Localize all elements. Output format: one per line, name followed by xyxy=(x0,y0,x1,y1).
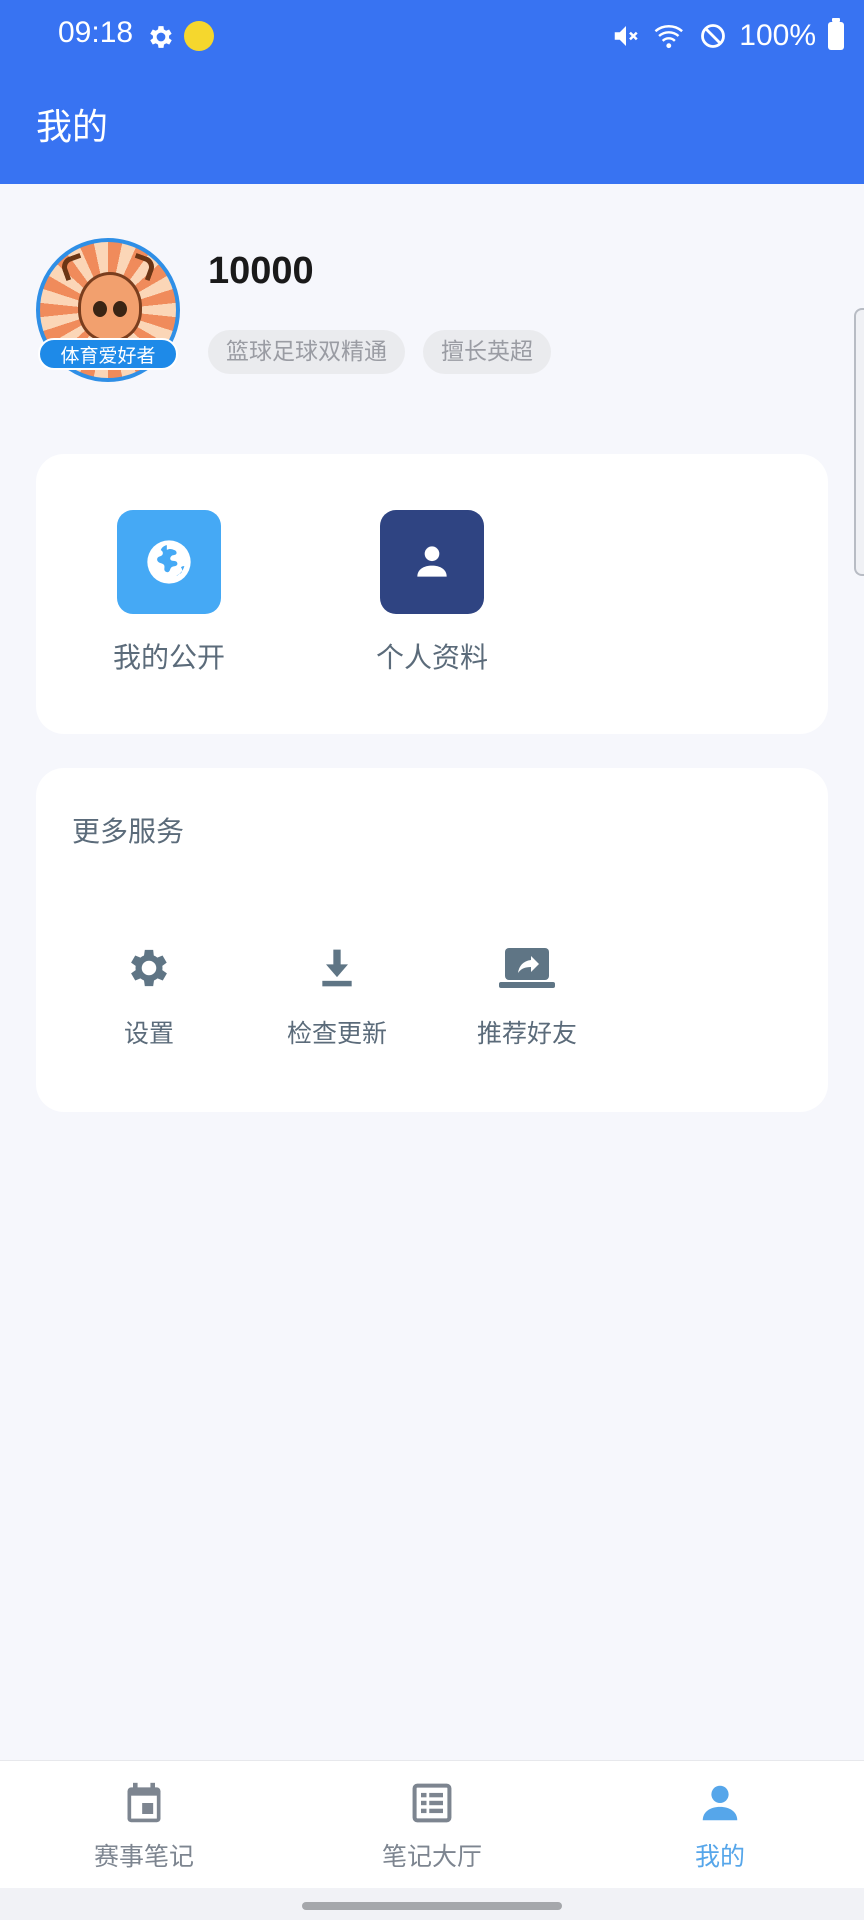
section-title: 更多服务 xyxy=(72,815,185,848)
status-icons: 100% xyxy=(611,18,844,54)
tab-match-notes-label: 赛事笔记 xyxy=(93,1842,194,1871)
mute-icon xyxy=(615,26,638,46)
settings-button[interactable]: 设置 xyxy=(74,940,224,1050)
tab-notes-hall-label: 笔记大厅 xyxy=(381,1842,482,1871)
tab-notes-hall[interactable]: 笔记大厅 xyxy=(332,1779,532,1873)
profile-tag: 擅长英超 xyxy=(423,330,551,374)
battery-percent: 100% xyxy=(739,19,816,52)
quick-actions-card: 我的公开 个人资料 xyxy=(36,454,828,734)
person-icon xyxy=(696,1779,744,1827)
profile-header: 体育爱好者 10000 篮球足球双精通 擅长英超 xyxy=(0,184,864,444)
recommend-friend-label: 推荐好友 xyxy=(476,1019,577,1048)
profile-info-button[interactable]: 个人资料 xyxy=(352,510,512,676)
app-bar: 我的 xyxy=(0,72,864,184)
avatar-face xyxy=(78,272,142,342)
avatar-horn xyxy=(58,252,88,282)
tab-mine-label: 我的 xyxy=(694,1842,745,1871)
profile-info-label: 个人资料 xyxy=(375,641,488,674)
do-not-disturb-icon xyxy=(701,24,726,48)
person-icon xyxy=(380,510,484,614)
username: 10000 xyxy=(208,250,314,292)
avatar-horn xyxy=(128,252,158,282)
profile-tags: 篮球足球双精通 擅长英超 xyxy=(208,330,551,374)
check-update-button[interactable]: 检查更新 xyxy=(262,940,412,1050)
avatar[interactable]: 体育爱好者 xyxy=(36,238,180,382)
share-icon xyxy=(499,940,555,996)
bottom-navigation: 赛事笔记 笔记大厅 我的 xyxy=(0,1760,864,1888)
edge-panel-handle[interactable] xyxy=(854,308,864,576)
recommend-friend-button[interactable]: 推荐好友 xyxy=(452,940,602,1050)
status-bar: 09:18 100% xyxy=(0,0,864,72)
gesture-area xyxy=(0,1888,864,1920)
battery-icon xyxy=(828,18,844,50)
status-time: 09:18 xyxy=(58,16,134,49)
check-update-label: 检查更新 xyxy=(286,1019,387,1048)
page-title: 我的 xyxy=(36,107,109,148)
avatar-badge: 体育爱好者 xyxy=(38,338,178,370)
list-icon xyxy=(408,1779,456,1827)
settings-notification-icon xyxy=(150,26,172,48)
settings-label: 设置 xyxy=(123,1019,174,1048)
wifi-icon xyxy=(654,25,684,49)
globe-icon xyxy=(117,510,221,614)
download-icon xyxy=(309,940,365,996)
home-gesture-bar[interactable] xyxy=(302,1902,562,1910)
gear-icon xyxy=(121,940,177,996)
tab-mine[interactable]: 我的 xyxy=(620,1779,820,1873)
app-notification-icon xyxy=(184,21,214,51)
calendar-icon xyxy=(120,1779,168,1827)
tab-match-notes[interactable]: 赛事笔记 xyxy=(44,1779,244,1873)
more-services-card: 更多服务 设置 检查更新 推荐好友 xyxy=(36,768,828,1112)
my-public-label: 我的公开 xyxy=(112,641,225,674)
my-public-button[interactable]: 我的公开 xyxy=(89,510,249,676)
profile-tag: 篮球足球双精通 xyxy=(208,330,405,374)
